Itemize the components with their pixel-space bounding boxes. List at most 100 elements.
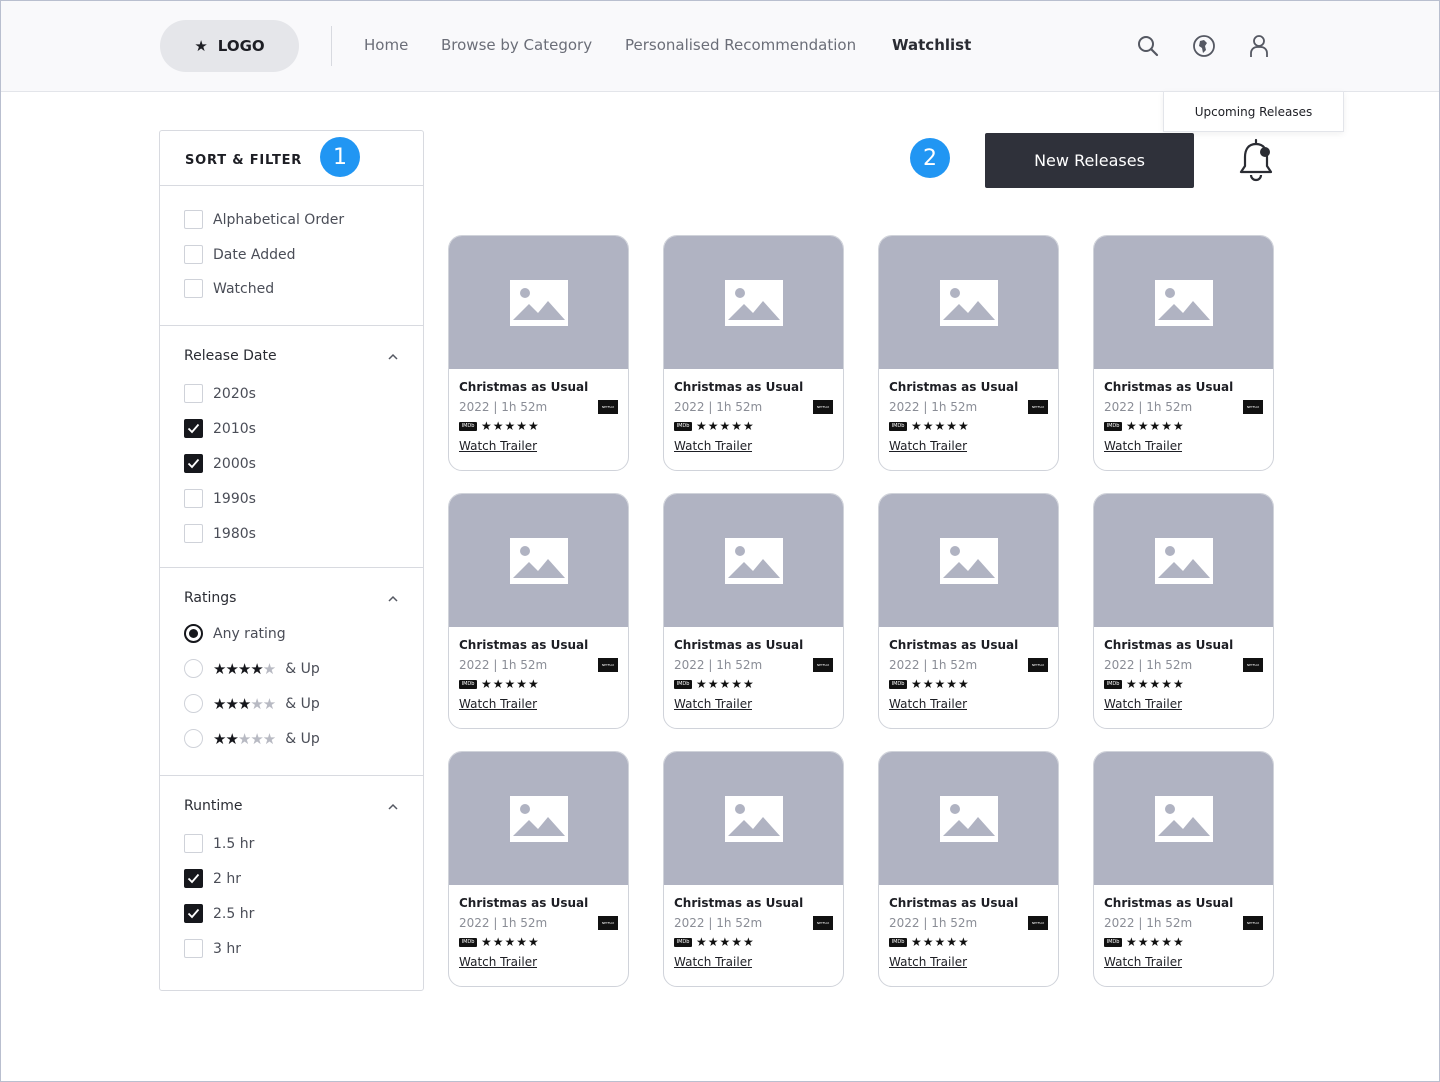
rating-option-4-up[interactable]: ★★★★★ & Up — [184, 659, 320, 678]
movie-card[interactable]: Christmas as Usual 2022 | 1h 52m NETFLIX IM… — [1093, 235, 1274, 471]
runtime-option-3hr[interactable]: 3 hr — [184, 939, 241, 958]
rating-stars: ★★★★★ — [213, 659, 276, 678]
watch-trailer-link[interactable]: Watch Trailer — [889, 697, 967, 711]
movie-rating: IMDb ★★★★★ — [889, 419, 970, 433]
chevron-up-icon[interactable] — [387, 351, 399, 363]
bell-notification-icon[interactable] — [1236, 138, 1276, 184]
rating-stars: ★★★★★ — [1126, 935, 1185, 949]
radio[interactable] — [184, 729, 203, 748]
runtime-option-1-5hr[interactable]: 1.5 hr — [184, 834, 254, 853]
checkbox[interactable] — [184, 210, 203, 229]
imdb-logo: IMDb — [674, 679, 692, 689]
netflix-logo: NETFLIX — [813, 400, 833, 414]
image-placeholder-icon — [879, 236, 1058, 369]
runtime-option-2-5hr[interactable]: 2.5 hr — [184, 904, 254, 923]
nav-personalised-recommendation[interactable]: Personalised Recommendation — [625, 36, 856, 54]
checkbox-checked[interactable] — [184, 869, 203, 888]
image-placeholder-icon — [1094, 236, 1273, 369]
release-date-title: Release Date — [184, 348, 277, 364]
imdb-logo: IMDb — [459, 679, 477, 689]
watch-trailer-link[interactable]: Watch Trailer — [889, 439, 967, 453]
checkbox-checked[interactable] — [184, 904, 203, 923]
movie-card[interactable]: Christmas as Usual 2022 | 1h 52m NETFLIX IM… — [663, 751, 844, 987]
rating-option-2-up[interactable]: ★★★★★ & Up — [184, 729, 320, 748]
logo-label: LOGO — [217, 37, 265, 55]
release-option-2020s[interactable]: 2020s — [184, 384, 256, 403]
watch-trailer-link[interactable]: Watch Trailer — [1104, 697, 1182, 711]
rating-stars: ★★★★★ — [1126, 419, 1185, 433]
checkbox[interactable] — [184, 279, 203, 298]
imdb-logo: IMDb — [674, 421, 692, 431]
netflix-logo: NETFLIX — [598, 400, 618, 414]
movie-title: Christmas as Usual — [674, 638, 804, 652]
sort-option-date-added[interactable]: Date Added — [184, 245, 296, 264]
runtime-option-2hr[interactable]: 2 hr — [184, 869, 241, 888]
watch-trailer-link[interactable]: Watch Trailer — [674, 439, 752, 453]
release-option-1980s[interactable]: 1980s — [184, 524, 256, 543]
checkbox-checked[interactable] — [184, 454, 203, 473]
rating-stars: ★★★★★ — [696, 935, 755, 949]
rating-option-any[interactable]: Any rating — [184, 624, 286, 643]
watch-trailer-link[interactable]: Watch Trailer — [889, 955, 967, 969]
radio[interactable] — [184, 694, 203, 713]
sort-filter-panel: SORT & FILTER 1 Alphabetical Order Date … — [159, 130, 424, 991]
release-option-2000s[interactable]: 2000s — [184, 454, 256, 473]
movie-meta: 2022 | 1h 52m — [1104, 658, 1193, 672]
sort-filter-title: SORT & FILTER — [185, 153, 303, 168]
sort-option-alphabetical[interactable]: Alphabetical Order — [184, 210, 344, 229]
movie-card[interactable]: Christmas as Usual 2022 | 1h 52m NETFLIX IM… — [1093, 751, 1274, 987]
radio-selected[interactable] — [184, 624, 203, 643]
chevron-up-icon[interactable] — [387, 593, 399, 605]
movie-card[interactable]: Christmas as Usual 2022 | 1h 52m NETFLIX IM… — [663, 493, 844, 729]
movie-card[interactable]: Christmas as Usual 2022 | 1h 52m NETFLIX IM… — [663, 235, 844, 471]
sort-option-watched[interactable]: Watched — [184, 279, 274, 298]
search-icon[interactable] — [1135, 33, 1161, 59]
movie-card[interactable]: Christmas as Usual 2022 | 1h 52m NETFLIX IM… — [878, 493, 1059, 729]
movie-card[interactable]: Christmas as Usual 2022 | 1h 52m NETFLIX IM… — [448, 493, 629, 729]
runtime-title: Runtime — [184, 798, 243, 814]
netflix-logo: NETFLIX — [1243, 658, 1263, 672]
movie-card[interactable]: Christmas as Usual 2022 | 1h 52m NETFLIX IM… — [878, 235, 1059, 471]
checkbox[interactable] — [184, 245, 203, 264]
movie-rating: IMDb ★★★★★ — [674, 419, 755, 433]
movie-title: Christmas as Usual — [889, 896, 1019, 910]
release-option-2010s[interactable]: 2010s — [184, 419, 256, 438]
rating-stars: ★★★★★ — [1126, 677, 1185, 691]
movie-card[interactable]: Christmas as Usual 2022 | 1h 52m NETFLIX IM… — [448, 751, 629, 987]
movie-card[interactable]: Christmas as Usual 2022 | 1h 52m NETFLIX IM… — [878, 751, 1059, 987]
logo[interactable]: ★ LOGO — [160, 20, 299, 72]
nav-browse-by-category[interactable]: Browse by Category — [441, 36, 592, 54]
netflix-logo: NETFLIX — [598, 916, 618, 930]
watch-trailer-link[interactable]: Watch Trailer — [459, 439, 537, 453]
movie-card[interactable]: Christmas as Usual 2022 | 1h 52m NETFLIX IM… — [448, 235, 629, 471]
checkbox[interactable] — [184, 489, 203, 508]
movie-card[interactable]: Christmas as Usual 2022 | 1h 52m NETFLIX IM… — [1093, 493, 1274, 729]
movie-rating: IMDb ★★★★★ — [1104, 419, 1185, 433]
checkbox[interactable] — [184, 524, 203, 543]
watch-trailer-link[interactable]: Watch Trailer — [674, 955, 752, 969]
watch-trailer-link[interactable]: Watch Trailer — [674, 697, 752, 711]
movie-title: Christmas as Usual — [674, 380, 804, 394]
watch-trailer-link[interactable]: Watch Trailer — [1104, 439, 1182, 453]
watch-trailer-link[interactable]: Watch Trailer — [459, 697, 537, 711]
nav-home[interactable]: Home — [364, 36, 408, 54]
release-option-1990s[interactable]: 1990s — [184, 489, 256, 508]
checkbox[interactable] — [184, 939, 203, 958]
movie-meta: 2022 | 1h 52m — [459, 916, 548, 930]
new-releases-button[interactable]: New Releases — [985, 133, 1194, 188]
watch-trailer-link[interactable]: Watch Trailer — [1104, 955, 1182, 969]
checkbox[interactable] — [184, 834, 203, 853]
image-placeholder-icon — [879, 494, 1058, 627]
checkbox[interactable] — [184, 384, 203, 403]
rating-stars: ★★★★★ — [481, 935, 540, 949]
checkbox-checked[interactable] — [184, 419, 203, 438]
globe-icon[interactable] — [1191, 33, 1217, 59]
nav-watchlist[interactable]: Watchlist — [892, 36, 971, 54]
user-icon[interactable] — [1246, 33, 1272, 59]
image-placeholder-icon — [1094, 494, 1273, 627]
radio[interactable] — [184, 659, 203, 678]
watch-trailer-link[interactable]: Watch Trailer — [459, 955, 537, 969]
chevron-up-icon[interactable] — [387, 801, 399, 813]
sort-filter-header: SORT & FILTER 1 — [160, 131, 423, 186]
rating-option-3-up[interactable]: ★★★★★ & Up — [184, 694, 320, 713]
